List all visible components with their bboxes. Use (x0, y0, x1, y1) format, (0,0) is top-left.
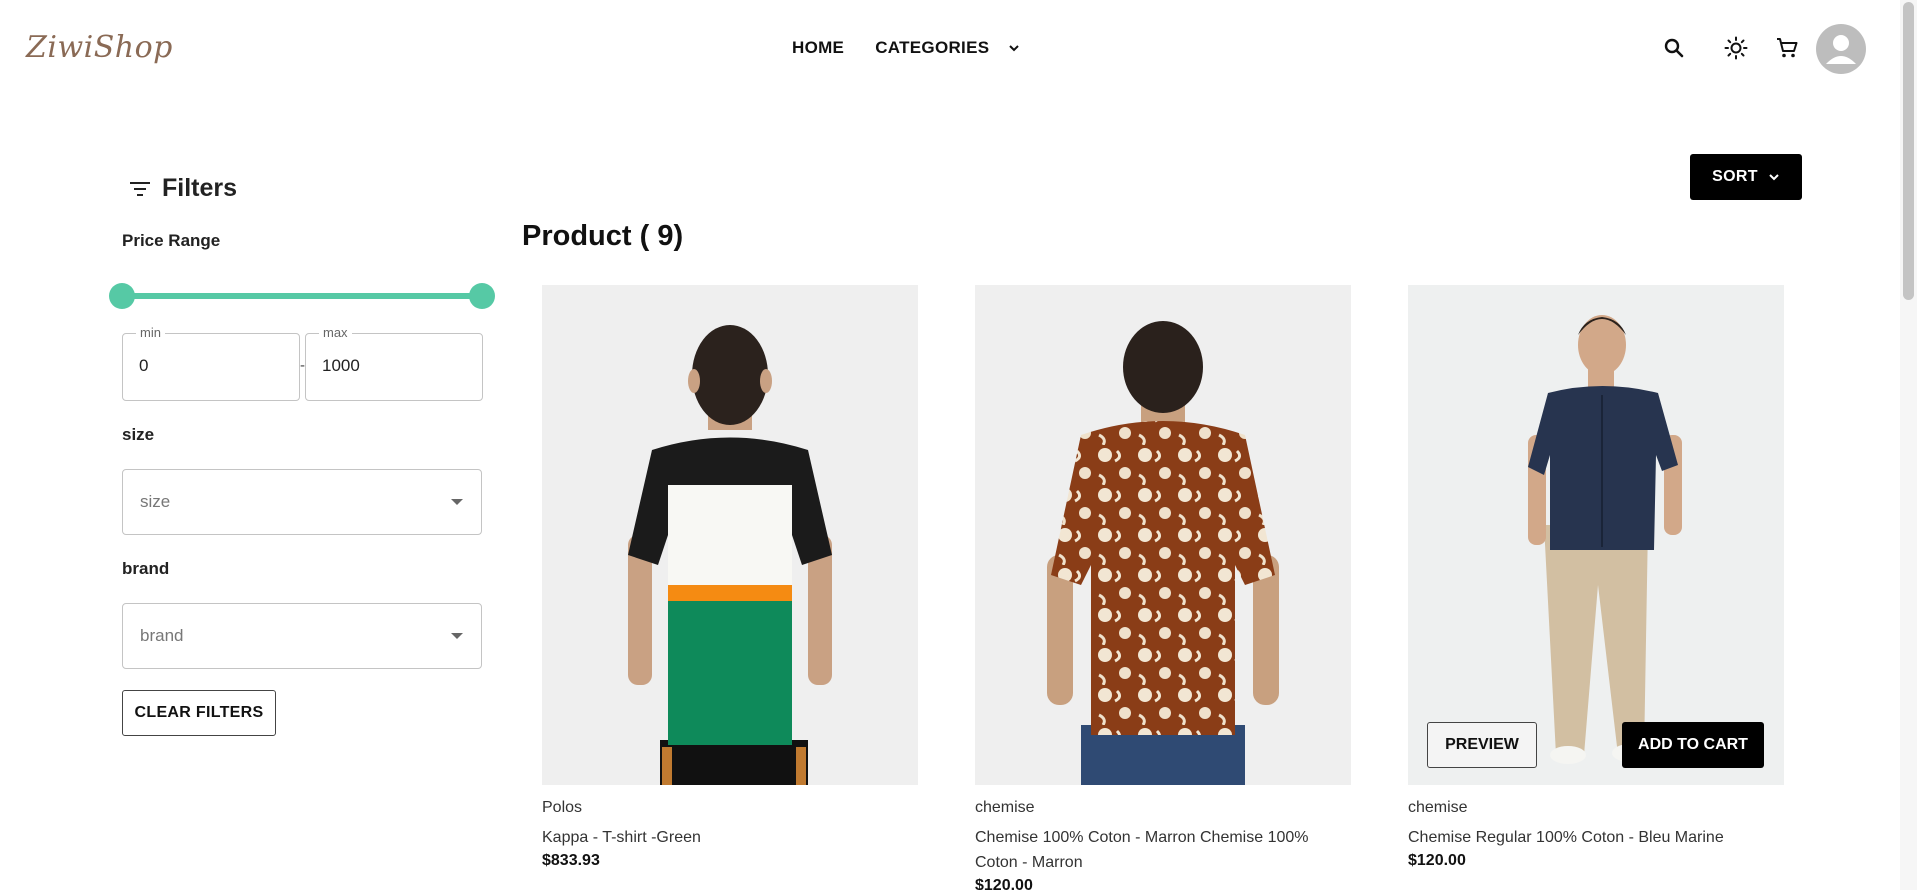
chevron-down-icon[interactable] (1007, 41, 1021, 55)
add-to-cart-button[interactable]: ADD TO CART (1622, 722, 1764, 768)
chevron-down-icon (1769, 174, 1779, 181)
nav-home-link[interactable]: HOME (792, 38, 844, 58)
navy-shirt-photo (1408, 285, 1784, 785)
avatar[interactable] (1816, 24, 1866, 74)
sort-button[interactable]: SORT (1690, 154, 1802, 200)
product-category: chemise (1408, 799, 1468, 816)
product-image[interactable]: PREVIEW ADD TO CART (1408, 285, 1784, 785)
theme-toggle-icon[interactable] (1724, 36, 1748, 60)
price-min-thumb[interactable] (109, 283, 135, 309)
filters-title: Filters (162, 174, 238, 202)
size-select[interactable]: size (122, 469, 482, 535)
floral-shirt-photo (975, 285, 1351, 785)
tshirt-photo (542, 285, 918, 785)
product-name[interactable]: Chemise 100% Coton - Marron Chemise 100%… (975, 825, 1351, 875)
product-price: $833.93 (542, 852, 600, 869)
preview-button[interactable]: PREVIEW (1427, 722, 1537, 768)
brand-select[interactable]: brand (122, 603, 482, 669)
search-icon[interactable] (1662, 36, 1686, 60)
price-max-label: max (319, 325, 352, 340)
price-max-field[interactable]: max (305, 325, 483, 401)
price-range-label: Price Range (122, 231, 221, 250)
product-count-heading: Product ( 9) (522, 220, 684, 252)
product-category: chemise (975, 799, 1035, 816)
size-select-placeholder: size (140, 492, 171, 511)
scrollbar-thumb[interactable] (1903, 2, 1914, 300)
filters-header: Filters (128, 174, 237, 203)
product-name[interactable]: Chemise Regular 100% Coton - Bleu Marine (1408, 825, 1784, 850)
dropdown-arrow-icon (451, 499, 463, 505)
dropdown-arrow-icon (451, 633, 463, 639)
product-image[interactable] (542, 285, 918, 785)
site-logo[interactable]: ZiwiShop (26, 30, 173, 65)
filter-icon (130, 181, 150, 196)
product-card[interactable]: PREVIEW ADD TO CART chemise Chemise Regu… (1408, 285, 1784, 870)
product-price: $120.00 (1408, 852, 1466, 869)
user-icon (1826, 35, 1856, 64)
cart-icon[interactable] (1775, 36, 1799, 60)
price-range-slider[interactable] (109, 283, 495, 309)
brand-select-placeholder: brand (140, 626, 184, 645)
product-price: $120.00 (975, 877, 1033, 890)
product-category: Polos (542, 799, 583, 816)
page-scrollbar[interactable] (1900, 0, 1917, 890)
product-image[interactable] (975, 285, 1351, 785)
nav-categories-link[interactable]: CATEGORIES (875, 38, 989, 58)
product-card[interactable]: Polos Kappa - T-shirt -Green $833.93 (542, 285, 918, 870)
price-max-input[interactable] (322, 356, 472, 376)
product-name[interactable]: Kappa - T-shirt -Green (542, 825, 918, 850)
product-card[interactable]: chemise Chemise 100% Coton - Marron Chem… (975, 285, 1351, 890)
clear-filters-button[interactable]: CLEAR FILTERS (122, 690, 276, 736)
size-label: size (122, 425, 155, 444)
brand-label: brand (122, 559, 170, 578)
sort-label: SORT (1712, 168, 1758, 185)
price-min-label: min (136, 325, 165, 340)
price-min-input[interactable] (139, 356, 289, 376)
price-min-field[interactable]: min (122, 325, 300, 401)
main-nav: HOME CATEGORIES (792, 38, 1021, 58)
top-header: ZiwiShop HOME CATEGORIES (0, 0, 1900, 100)
price-max-thumb[interactable] (469, 283, 495, 309)
